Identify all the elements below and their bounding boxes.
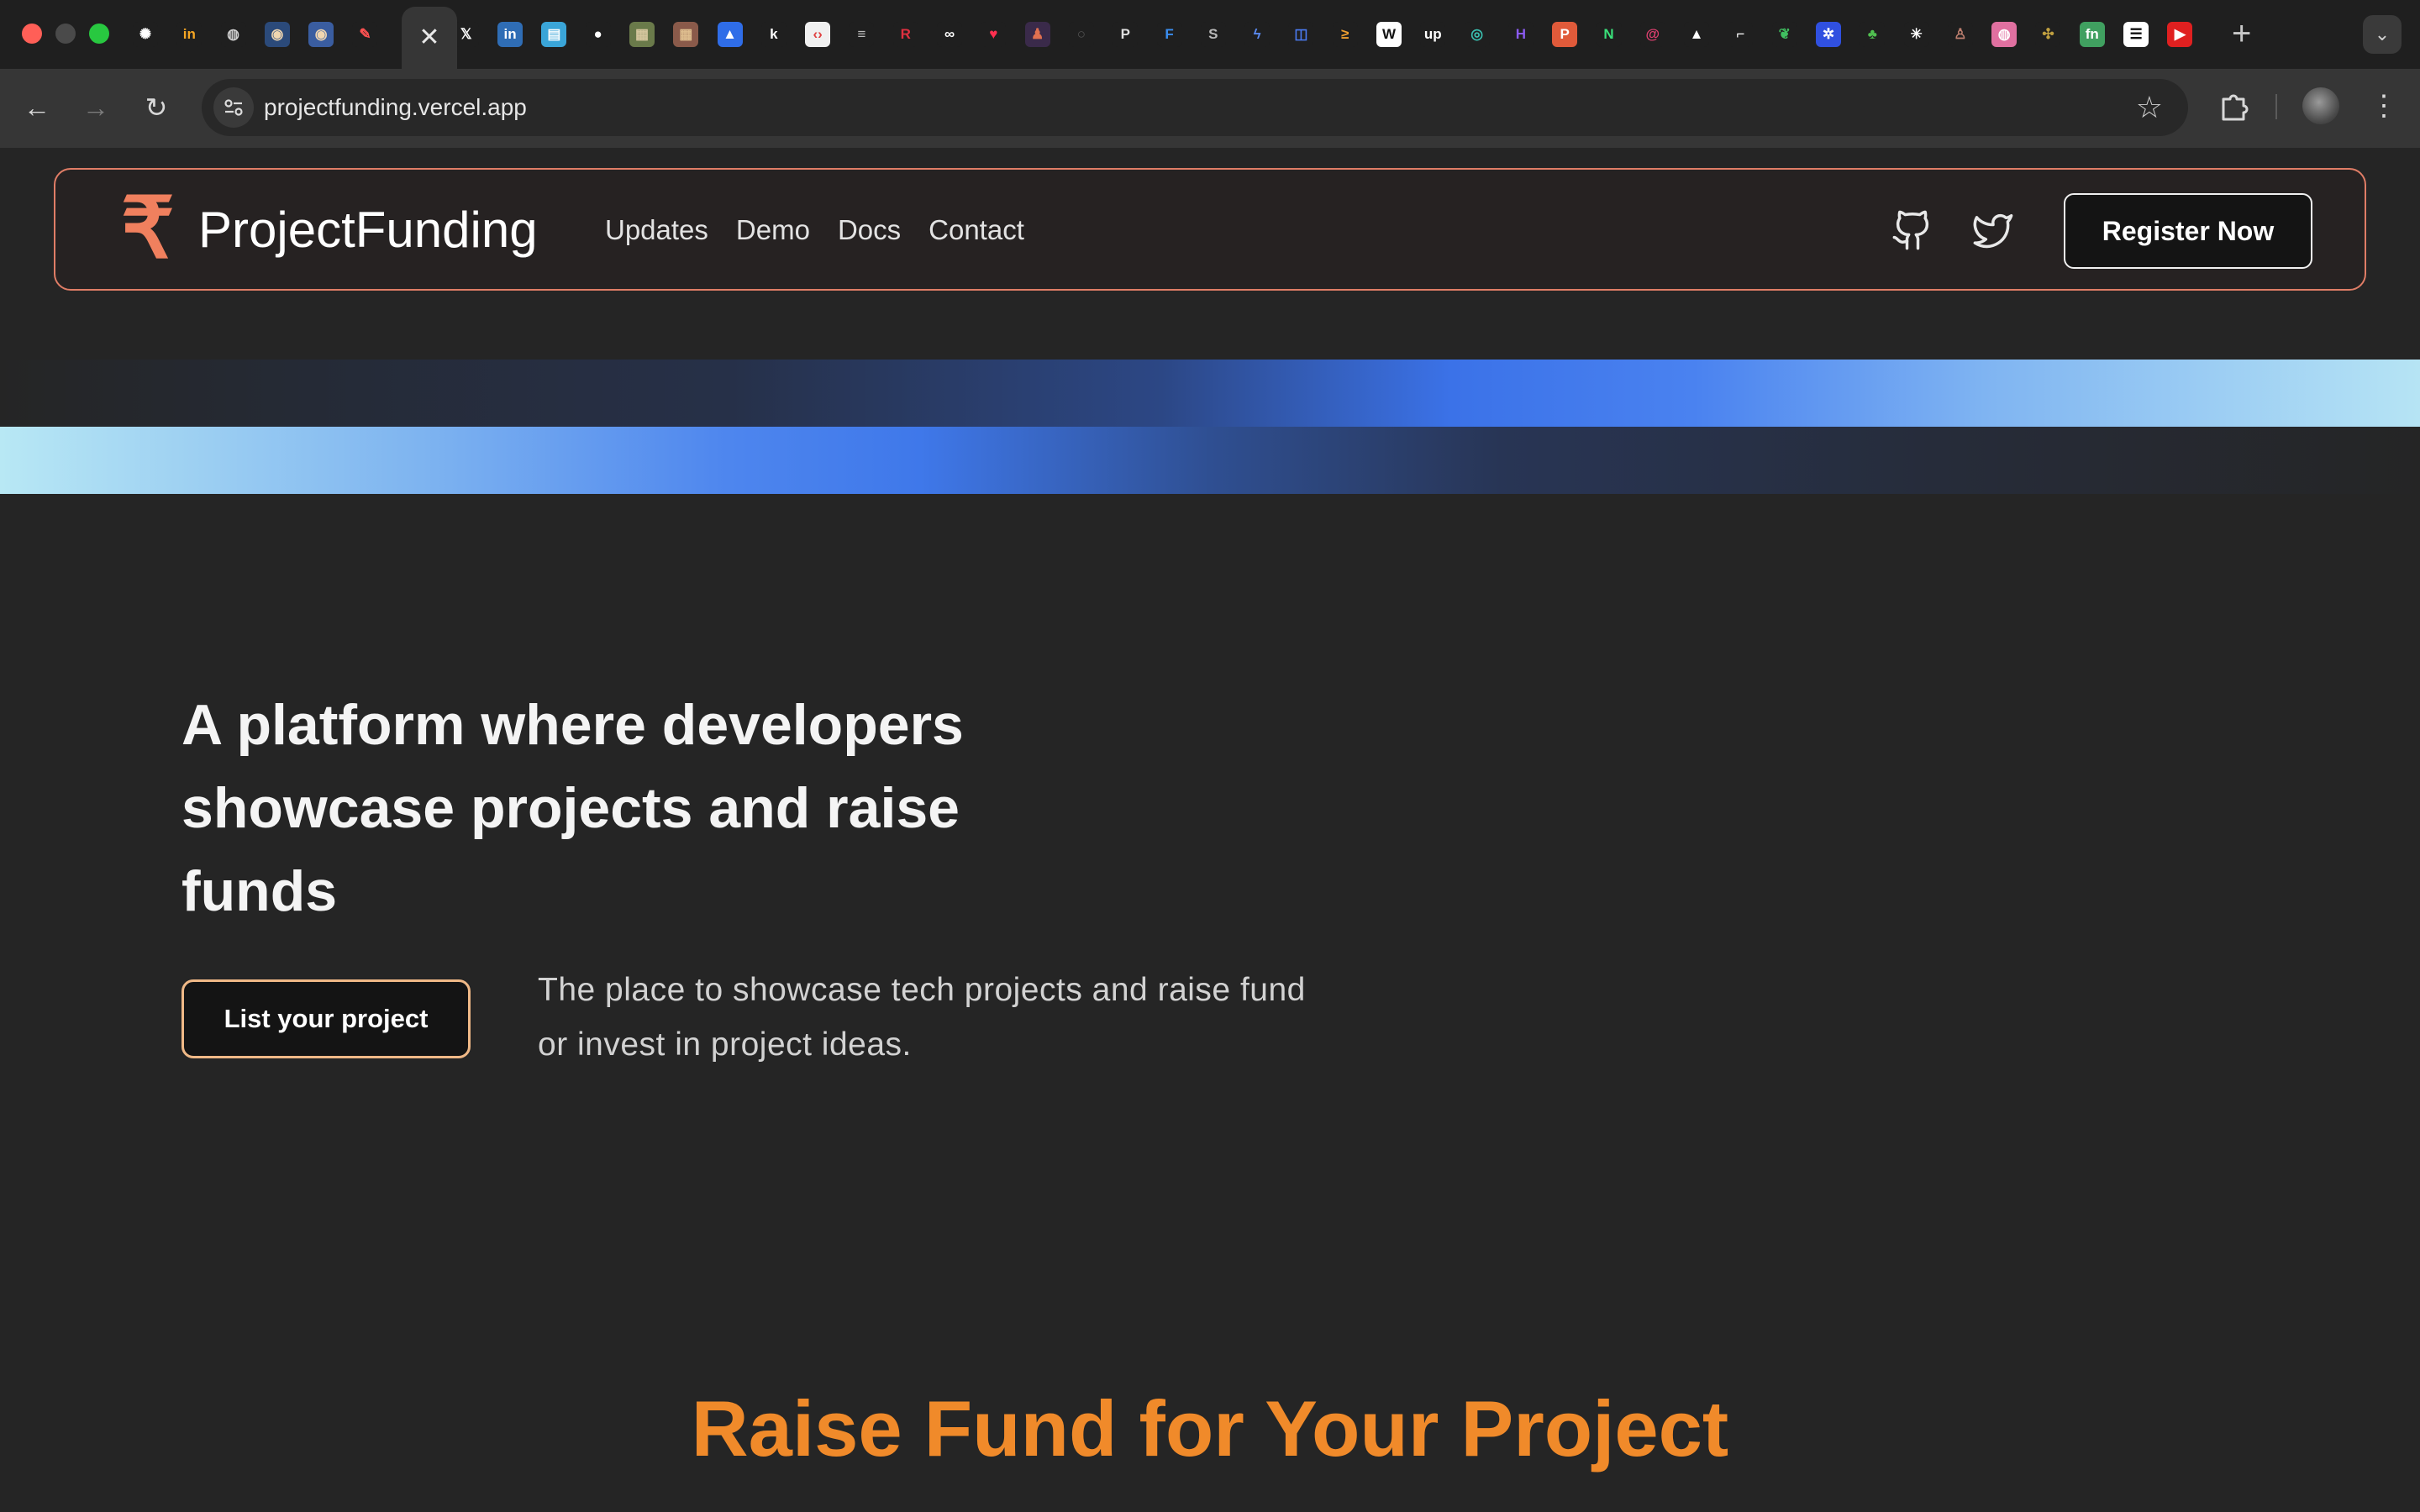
- circle-icon[interactable]: ○: [1068, 22, 1094, 47]
- photo-icon[interactable]: ▦: [629, 22, 655, 47]
- linkedin-icon[interactable]: in: [497, 22, 523, 47]
- invision-icon[interactable]: in: [176, 22, 203, 47]
- notch-icon[interactable]: ▲: [717, 22, 743, 47]
- hero-subtext: The place to showcase tech projects and …: [538, 972, 1306, 1063]
- n-icon[interactable]: N: [1596, 22, 1622, 47]
- register-now-button[interactable]: Register Now: [2064, 193, 2312, 269]
- bookmark-star-icon[interactable]: ☆: [2136, 89, 2163, 126]
- more-menu-icon[interactable]: ⋮: [2370, 87, 2398, 124]
- h-icon[interactable]: H: [1507, 22, 1534, 47]
- list-your-project-button[interactable]: List your project: [182, 979, 471, 1058]
- toolbar-divider: [2275, 94, 2277, 119]
- w-icon[interactable]: W: [1376, 22, 1402, 47]
- puzzle-icon[interactable]: ✲: [1815, 22, 1841, 47]
- gradient-band-bottom: [0, 427, 2420, 494]
- profile-photo-icon[interactable]: ◉: [308, 22, 334, 47]
- nav-links: Updates Demo Docs Contact: [605, 213, 1052, 247]
- site-navbar: ₹ ProjectFunding Updates Demo Docs Conta…: [54, 168, 2366, 291]
- close-window-button[interactable]: [22, 24, 42, 44]
- bars-icon[interactable]: ☰: [2123, 22, 2149, 47]
- s-icon[interactable]: S: [1200, 22, 1226, 47]
- pipe-icon[interactable]: ⌐: [1728, 22, 1754, 47]
- brand-name[interactable]: ProjectFunding: [198, 202, 538, 259]
- github-icon[interactable]: ●: [585, 22, 611, 47]
- address-bar[interactable]: projectfunding.vercel.app ☆: [202, 79, 2188, 136]
- dribbble-icon[interactable]: ◍: [1991, 22, 2018, 47]
- r-icon[interactable]: R: [892, 22, 918, 47]
- pattern-icon[interactable]: ✣: [2035, 22, 2061, 47]
- forward-arrow-icon[interactable]: →: [77, 89, 114, 126]
- asterisk-icon[interactable]: ✳: [1903, 22, 1929, 47]
- new-tab-button[interactable]: +: [2232, 15, 2251, 52]
- close-tab-icon[interactable]: ✕: [418, 25, 439, 50]
- github-icon[interactable]: [1891, 208, 1934, 252]
- extensions-puzzle-icon[interactable]: [2215, 87, 2252, 124]
- triangle-icon[interactable]: ▲: [1684, 22, 1710, 47]
- document-icon[interactable]: ▤: [541, 22, 567, 47]
- nav-link-demo[interactable]: Demo: [736, 213, 810, 247]
- heart-icon[interactable]: ♥: [981, 22, 1007, 47]
- edit-note-icon[interactable]: ✎: [352, 22, 378, 47]
- nav-link-contact[interactable]: Contact: [929, 213, 1024, 247]
- back-arrow-icon[interactable]: ←: [18, 89, 55, 126]
- k-icon[interactable]: k: [760, 22, 786, 47]
- rupee-logo-icon[interactable]: ₹: [121, 186, 175, 270]
- link-icon[interactable]: ∞: [937, 22, 963, 47]
- fn-icon[interactable]: fn: [2079, 22, 2105, 47]
- p-icon[interactable]: P: [1113, 22, 1139, 47]
- browser-tab-strip: ✺ in ◍ ◉ ◉ ✎ 𝕏in ▤ ● ▦ ▦ ▲ k ‹› ≡ R ∞ ♥ ♟ ○ P F Sϟ ◫ ≥ Wup ◎ H P N @ ▲ ⌐…: [0, 0, 2420, 69]
- mongodb-leaf-icon[interactable]: ❦: [1771, 22, 1797, 47]
- tab-search-button[interactable]: ⌄: [2363, 15, 2402, 54]
- url-text[interactable]: projectfunding.vercel.app: [264, 93, 527, 122]
- chat-icon[interactable]: ◫: [1288, 22, 1314, 47]
- photo-icon[interactable]: ▦: [673, 22, 699, 47]
- reload-icon[interactable]: ↻: [138, 89, 175, 126]
- nav-link-updates[interactable]: Updates: [605, 213, 708, 247]
- profile-avatar[interactable]: [2302, 87, 2339, 124]
- minimize-window-button[interactable]: [55, 24, 76, 44]
- character-icon[interactable]: ♟: [1024, 22, 1050, 47]
- arrow-icon[interactable]: ≥: [1332, 22, 1358, 47]
- active-tab[interactable]: ✕: [402, 7, 457, 69]
- lightning-icon[interactable]: ϟ: [1244, 22, 1270, 47]
- site-settings-icon[interactable]: [213, 87, 254, 128]
- hero-headline: A platform where developers showcase pro…: [182, 693, 964, 923]
- globe-icon[interactable]: ◍: [220, 22, 246, 47]
- section-title: Raise Fund for Your Project: [691, 1384, 1729, 1473]
- code-icon[interactable]: ‹›: [805, 22, 831, 47]
- people-icon[interactable]: ♙: [1947, 22, 1973, 47]
- leaf-icon[interactable]: ◎: [1464, 22, 1490, 47]
- twitter-icon[interactable]: [1971, 208, 2015, 252]
- chatgpt-icon[interactable]: ✺: [133, 22, 158, 47]
- producthunt-icon[interactable]: P: [1552, 22, 1578, 47]
- gradient-band-top: [0, 360, 2420, 427]
- mushroom-icon[interactable]: ♣: [1860, 22, 1886, 47]
- maximize-window-button[interactable]: [89, 24, 109, 44]
- profile-photo-icon[interactable]: ◉: [264, 22, 290, 47]
- youtube-icon[interactable]: ▶: [2167, 22, 2193, 47]
- x-icon[interactable]: 𝕏: [453, 22, 479, 47]
- page-viewport: ₹ ProjectFunding Updates Demo Docs Conta…: [0, 148, 2420, 1512]
- f-icon[interactable]: F: [1156, 22, 1182, 47]
- upwork-icon[interactable]: up: [1420, 22, 1446, 47]
- nav-link-docs[interactable]: Docs: [838, 213, 901, 247]
- swirl-icon[interactable]: @: [1639, 22, 1665, 47]
- lines-icon[interactable]: ≡: [849, 22, 875, 47]
